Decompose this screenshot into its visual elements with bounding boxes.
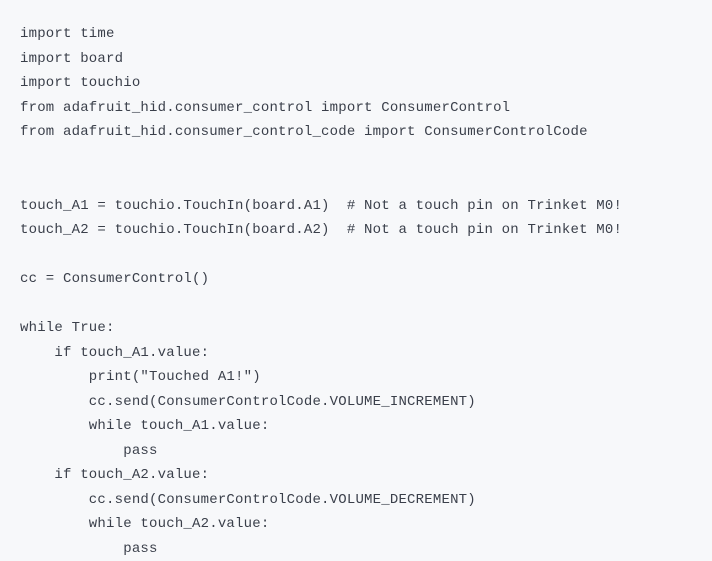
- code-line: cc.send(ConsumerControlCode.VOLUME_DECRE…: [20, 488, 692, 513]
- code-line: touch_A2 = touchio.TouchIn(board.A2) # N…: [20, 218, 692, 243]
- code-line: import board: [20, 47, 692, 72]
- code-line: if touch_A2.value:: [20, 463, 692, 488]
- blank-line: [20, 145, 692, 170]
- code-line: print("Touched A1!"): [20, 365, 692, 390]
- code-line: from adafruit_hid.consumer_control_code …: [20, 120, 692, 145]
- code-line: import time: [20, 22, 692, 47]
- code-line: while touch_A2.value:: [20, 512, 692, 537]
- code-line: cc = ConsumerControl(): [20, 267, 692, 292]
- code-line: touch_A1 = touchio.TouchIn(board.A1) # N…: [20, 194, 692, 219]
- code-line: if touch_A1.value:: [20, 341, 692, 366]
- code-line: from adafruit_hid.consumer_control impor…: [20, 96, 692, 121]
- code-line: pass: [20, 537, 692, 561]
- blank-line: [20, 169, 692, 194]
- code-line: while True:: [20, 316, 692, 341]
- blank-line: [20, 292, 692, 317]
- code-line: import touchio: [20, 71, 692, 96]
- code-line: while touch_A1.value:: [20, 414, 692, 439]
- code-line: pass: [20, 439, 692, 464]
- blank-line: [20, 243, 692, 268]
- code-line: cc.send(ConsumerControlCode.VOLUME_INCRE…: [20, 390, 692, 415]
- code-block: import time import board import touchio …: [20, 22, 692, 561]
